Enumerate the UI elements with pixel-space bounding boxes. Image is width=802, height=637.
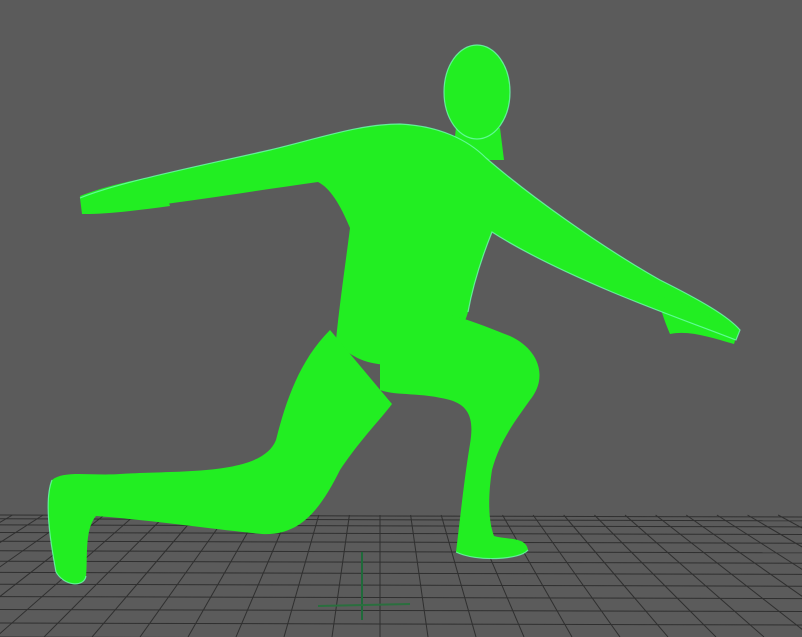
3d-viewport[interactable] <box>0 0 802 637</box>
viewport-canvas[interactable] <box>0 0 802 637</box>
